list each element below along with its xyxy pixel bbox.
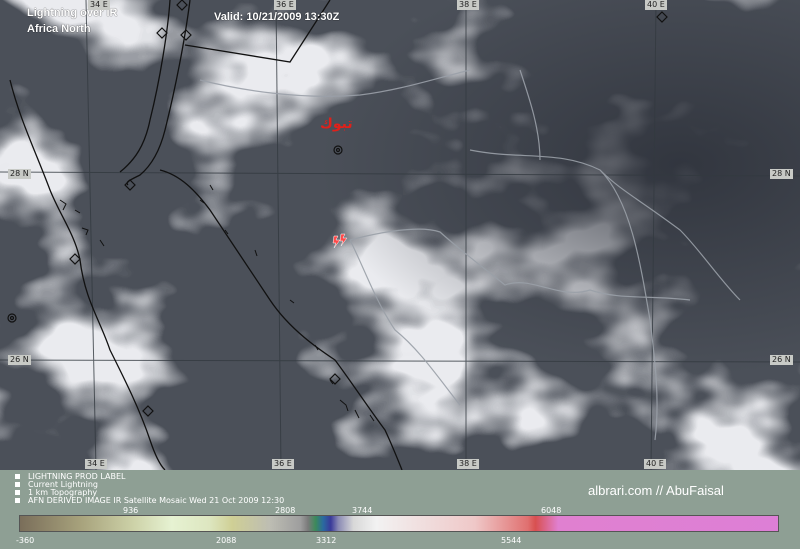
- legend-bullet: [15, 482, 20, 487]
- lon-label-bottom-36: 36 E: [272, 459, 294, 469]
- legend-panel: [0, 470, 800, 549]
- lat-label-right-28: 28 N: [770, 169, 793, 179]
- lon-label-bottom-40: 40 E: [644, 459, 666, 469]
- colorbar-tick-lower-2088: 2088: [216, 536, 237, 545]
- legend-bullet: [15, 474, 20, 479]
- colorbar-tick-lower-5544: 5544: [501, 536, 522, 545]
- lon-label-top-40: 40 E: [645, 0, 667, 10]
- legend-item-ir-mosaic: AFN DERIVED IMAGE IR Satellite Mosaic We…: [15, 497, 284, 505]
- colorbar-tick-upper-6048: 6048: [541, 506, 562, 515]
- legend-bullet: [15, 490, 20, 495]
- lat-label-right-26: 26 N: [770, 355, 793, 365]
- lat-label-left-26: 26 N: [8, 355, 31, 365]
- colorbar-tick-upper-3744: 3744: [352, 506, 373, 515]
- colorbar-tick-lower-neg360: -360: [16, 536, 35, 545]
- colorbar-tick-upper-936: 936: [123, 506, 139, 515]
- valid-time: Valid: 10/21/2009 13:30Z: [214, 11, 340, 23]
- brand-watermark: albrari.com // AbuFaisal: [588, 483, 724, 498]
- color-scale-bar: [19, 515, 779, 532]
- satellite-map: Lightning over IR Africa North Valid: 10…: [0, 0, 800, 470]
- city-label-tabuk: تبوك: [320, 116, 353, 132]
- lon-label-top-36: 36 E: [274, 0, 296, 10]
- dark-cloudfree-area: [0, 0, 800, 470]
- lat-label-left-28: 28 N: [8, 169, 31, 179]
- colorbar-tick-upper-2808: 2808: [275, 506, 296, 515]
- colorbar-tick-lower-3312: 3312: [316, 536, 337, 545]
- lon-label-top-34: 34 E: [88, 0, 110, 10]
- title-line2: Africa North: [27, 23, 91, 35]
- map-canvas: [0, 0, 800, 470]
- lon-label-bottom-34: 34 E: [85, 459, 107, 469]
- lon-label-top-38: 38 E: [457, 0, 479, 10]
- lon-label-bottom-38: 38 E: [457, 459, 479, 469]
- legend-bullet: [15, 498, 20, 503]
